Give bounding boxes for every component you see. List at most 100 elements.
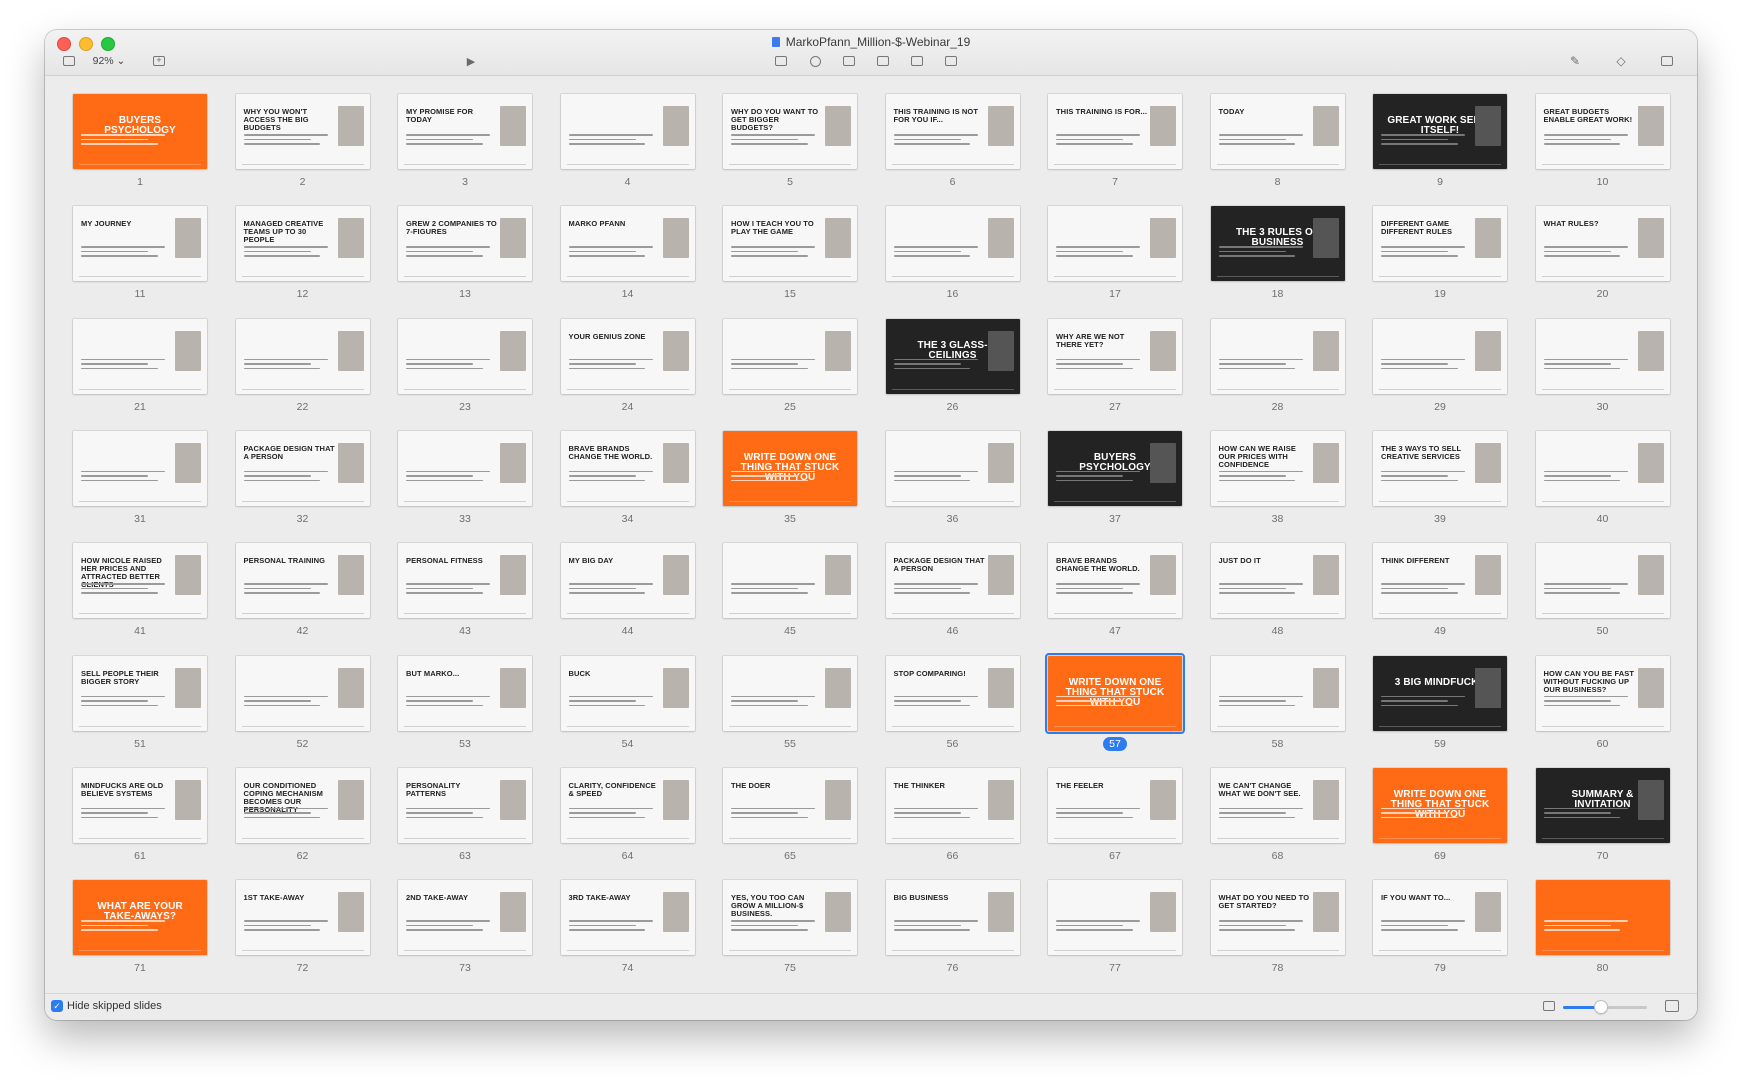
slide-thumbnail[interactable]: 50 bbox=[1535, 543, 1670, 638]
slide-preview[interactable] bbox=[1048, 880, 1182, 956]
slide-thumbnail[interactable]: THE THINKER 66 bbox=[885, 767, 1020, 863]
slide-preview[interactable]: Managed creative teams up to 30 people bbox=[235, 206, 370, 282]
slide-thumbnail[interactable]: 2ND TAKE-AWAY 73 bbox=[398, 880, 532, 975]
slide-preview[interactable] bbox=[1535, 430, 1670, 506]
text-button[interactable] bbox=[839, 52, 859, 70]
slide-thumbnail[interactable]: 28 bbox=[1210, 318, 1345, 414]
slide-preview[interactable]: THE DOER bbox=[723, 767, 857, 843]
slide-thumbnail[interactable]: Package design that a person 46 bbox=[885, 543, 1020, 638]
slide-thumbnail[interactable]: TODAY 8 bbox=[1210, 94, 1345, 189]
slide-preview[interactable]: BUYERS PSYCHOLOGY bbox=[1048, 430, 1182, 506]
slide-preview[interactable]: Personal Training bbox=[235, 543, 370, 619]
slide-thumbnail[interactable]: OUR CONDITIONED COPING MECHANISM BECOMES… bbox=[235, 767, 370, 863]
media-button[interactable] bbox=[907, 52, 927, 70]
slide-preview[interactable]: WHAT RULES? bbox=[1535, 206, 1670, 282]
slide-thumbnail[interactable]: BUYERS PSYCHOLOGY 37 bbox=[1048, 430, 1182, 526]
slide-thumbnail[interactable]: 36 bbox=[885, 430, 1020, 526]
slide-thumbnail[interactable]: Package design that a person 32 bbox=[235, 430, 370, 526]
slide-preview[interactable]: THE THINKER bbox=[885, 767, 1020, 843]
slide-thumbnail[interactable]: 25 bbox=[723, 318, 857, 414]
slide-preview[interactable]: MY PROMISE FOR TODAY bbox=[398, 94, 532, 169]
slide-thumbnail[interactable]: THE 3 WAYS TO SELL CREATIVE SERVICES 39 bbox=[1373, 430, 1507, 526]
slide-preview[interactable]: GREAT BUDGETS ENABLE GREAT WORK! bbox=[1535, 94, 1670, 169]
slide-thumbnail[interactable]: WRITE DOWN ONE THING THAT STUCK WITH YOU… bbox=[1045, 652, 1185, 751]
slide-preview[interactable]: PERSONALITY PATTERNS bbox=[398, 767, 532, 843]
slide-preview[interactable] bbox=[560, 94, 695, 169]
slide-preview[interactable]: 2ND TAKE-AWAY bbox=[398, 880, 532, 956]
slide-preview[interactable]: 3RD TAKE-AWAY bbox=[560, 880, 695, 956]
thumbnail-size-slider[interactable] bbox=[1563, 1001, 1647, 1013]
slide-preview[interactable]: MY JOURNEY bbox=[73, 206, 207, 282]
slide-preview[interactable] bbox=[885, 206, 1020, 282]
slide-preview[interactable]: GREW 2 COMPANIES TO 7-FIGURES bbox=[398, 206, 532, 282]
slide-thumbnail[interactable]: 23 bbox=[398, 318, 532, 414]
slide-thumbnail[interactable]: YES, YOU TOO CAN GROW A MILLION-$ BUSINE… bbox=[723, 880, 857, 975]
slide-preview[interactable]: WE CAN'T CHANGE WHAT WE DON'T SEE. bbox=[1210, 767, 1345, 843]
slide-thumbnail[interactable]: WHAT DO YOU NEED TO GET STARTED? 78 bbox=[1210, 880, 1345, 975]
slide-preview[interactable]: Brave brands change the world. bbox=[560, 430, 695, 506]
slide-thumbnail[interactable]: WHAT ARE YOUR TAKE-AWAYS? 71 bbox=[73, 880, 207, 975]
slide-preview[interactable]: Mindfucks are old believe systems bbox=[73, 767, 207, 843]
slide-thumbnail[interactable]: MY PROMISE FOR TODAY 3 bbox=[398, 94, 532, 189]
sidebar-toggle-button[interactable] bbox=[59, 52, 79, 70]
slide-thumbnail[interactable]: 29 bbox=[1373, 318, 1507, 414]
slide-preview[interactable]: TODAY bbox=[1210, 94, 1345, 169]
slide-preview[interactable]: HOW CAN WE RAISE OUR PRICES WITH CONFIDE… bbox=[1210, 430, 1345, 506]
slide-thumbnail[interactable]: 22 bbox=[235, 318, 370, 414]
slide-preview[interactable] bbox=[1210, 318, 1345, 394]
slide-preview[interactable] bbox=[723, 318, 857, 394]
slide-preview[interactable] bbox=[723, 655, 857, 731]
slide-thumbnail[interactable]: THINK DIFFERENT 49 bbox=[1373, 543, 1507, 638]
slide-thumbnail[interactable]: PERSONAL FITNESS 43 bbox=[398, 543, 532, 638]
slide-thumbnail[interactable]: 58 bbox=[1210, 655, 1345, 751]
slide-thumbnail[interactable]: JUST DO IT 48 bbox=[1210, 543, 1345, 638]
slide-thumbnail[interactable]: WRITE DOWN ONE THING THAT STUCK WITH YOU… bbox=[723, 430, 857, 526]
slide-thumbnail[interactable]: 31 bbox=[73, 430, 207, 526]
slide-preview[interactable] bbox=[73, 318, 207, 394]
slide-thumbnail[interactable]: 16 bbox=[885, 206, 1020, 301]
slide-preview[interactable] bbox=[398, 430, 532, 506]
slide-thumbnail[interactable]: 52 bbox=[235, 655, 370, 751]
slide-thumbnail[interactable]: GREAT BUDGETS ENABLE GREAT WORK! 10 bbox=[1535, 94, 1670, 189]
slide-thumbnail[interactable]: 3 BIG MINDFUCKS 59 bbox=[1373, 655, 1507, 751]
slide-preview[interactable]: BUT MARKO... bbox=[398, 655, 532, 731]
slide-preview[interactable] bbox=[1535, 880, 1670, 956]
slide-preview[interactable]: OUR CONDITIONED COPING MECHANISM BECOMES… bbox=[235, 767, 370, 843]
slide-preview[interactable]: Sell people their bigger story bbox=[73, 655, 207, 731]
slide-preview[interactable]: WRITE DOWN ONE THING THAT STUCK WITH YOU bbox=[723, 430, 857, 506]
slide-thumbnail[interactable]: MY JOURNEY 11 bbox=[73, 206, 207, 301]
slide-preview[interactable]: YES, YOU TOO CAN GROW A MILLION-$ BUSINE… bbox=[723, 880, 857, 956]
slide-preview[interactable]: BUYERS PSYCHOLOGY bbox=[73, 94, 207, 169]
slide-preview[interactable]: HOW CAN YOU BE FAST WITHOUT FUCKING UP O… bbox=[1535, 655, 1670, 731]
slide-preview[interactable]: IF YOU WANT TO... bbox=[1373, 880, 1507, 956]
slide-thumbnail[interactable]: Brave brands change the world. 47 bbox=[1048, 543, 1182, 638]
slide-thumbnail[interactable]: STOP COMPARING! 56 bbox=[885, 655, 1020, 751]
slide-thumbnail[interactable]: MY BIG DAY 44 bbox=[560, 543, 695, 638]
slide-preview[interactable] bbox=[1535, 318, 1670, 394]
slide-preview[interactable]: THIS TRAINING IS FOR... bbox=[1048, 94, 1182, 169]
slide-thumbnail[interactable]: DIFFERENT GAME DIFFERENT RULES 19 bbox=[1373, 206, 1507, 301]
slide-preview[interactable]: BUCK bbox=[560, 655, 695, 731]
slide-thumbnail[interactable]: 77 bbox=[1048, 880, 1182, 975]
slide-thumbnail[interactable]: HOW NICOLE RAISED HER PRICES AND ATTRACT… bbox=[73, 543, 207, 638]
slide-thumbnail[interactable]: YOUR GENIUS ZONE 24 bbox=[560, 318, 695, 414]
chart-button[interactable] bbox=[805, 52, 825, 70]
slide-preview[interactable]: THINK DIFFERENT bbox=[1373, 543, 1507, 619]
slide-thumbnail[interactable]: 33 bbox=[398, 430, 532, 526]
play-button[interactable]: ▶ bbox=[461, 52, 481, 70]
slide-thumbnail[interactable]: Big Business 76 bbox=[885, 880, 1020, 975]
slide-preview[interactable]: WHY DO YOU WANT TO GET BIGGER BUDGETS? bbox=[723, 94, 857, 169]
slide-thumbnail[interactable]: GREAT WORK SELLS ITSELF! 9 bbox=[1373, 94, 1507, 189]
slide-thumbnail[interactable]: HOW CAN YOU BE FAST WITHOUT FUCKING UP O… bbox=[1535, 655, 1670, 751]
slide-preview[interactable]: DIFFERENT GAME DIFFERENT RULES bbox=[1373, 206, 1507, 282]
slide-thumbnail[interactable]: 3RD TAKE-AWAY 74 bbox=[560, 880, 695, 975]
slide-thumbnail[interactable]: BUT MARKO... 53 bbox=[398, 655, 532, 751]
slide-thumbnail[interactable]: BUCK 54 bbox=[560, 655, 695, 751]
slide-preview[interactable]: THE 3 RULES OF BUSINESS bbox=[1210, 206, 1345, 282]
slide-preview[interactable] bbox=[723, 543, 857, 619]
slide-preview[interactable]: 1ST TAKE-AWAY bbox=[235, 880, 370, 956]
hide-skipped-checkbox[interactable]: ✓ bbox=[51, 1000, 63, 1012]
slide-thumbnail[interactable]: WRITE DOWN ONE THING THAT STUCK WITH YOU… bbox=[1373, 767, 1507, 863]
slide-preview[interactable] bbox=[235, 318, 370, 394]
format-button[interactable]: ✎ bbox=[1565, 52, 1585, 70]
